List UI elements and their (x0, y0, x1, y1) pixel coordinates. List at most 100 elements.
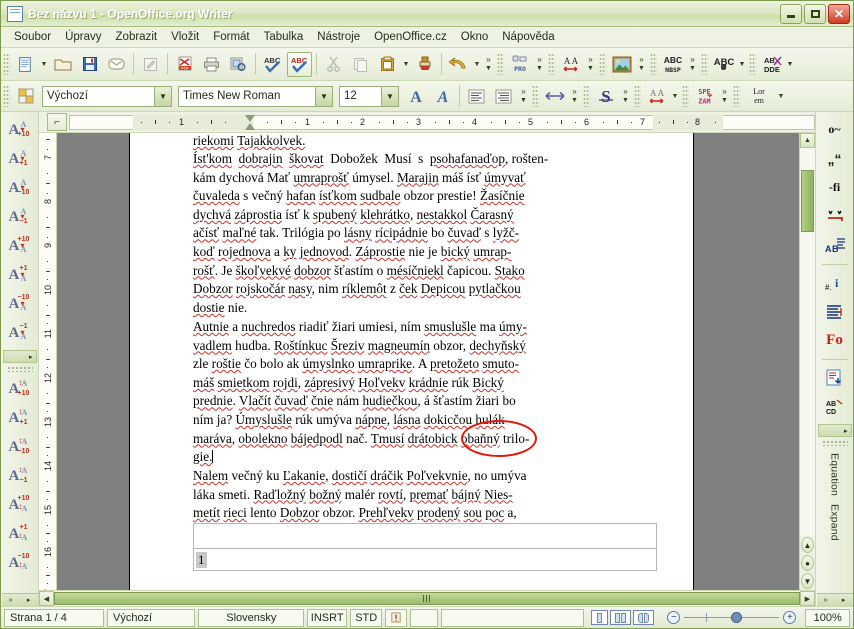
spezam-chevron[interactable]: » ▼ (718, 81, 731, 111)
open-document-button[interactable] (50, 52, 75, 77)
aa-spacing-toolbar-grip[interactable] (634, 85, 641, 107)
standard-toolbar-chevron[interactable]: » ▼ (482, 49, 495, 79)
scroll-up-button[interactable]: ▲ (800, 133, 815, 148)
aa-spacing-button[interactable]: A A (644, 84, 669, 109)
pro-toolbar-chevron[interactable]: » ▼ (533, 49, 546, 79)
menu-tabulka[interactable]: Tabulka (257, 29, 311, 45)
menu-zobrazit[interactable]: Zobrazit (109, 29, 165, 45)
new-dropdown-arrow[interactable]: ▼ (39, 53, 49, 75)
left-sidebar-expander[interactable]: ▸ (2, 350, 37, 363)
scale-font-down-10-button[interactable]: A A −10 ↕ (6, 433, 34, 460)
abc-hand-toolbar-grip[interactable] (701, 53, 708, 75)
book-view-layout-icon[interactable] (633, 610, 655, 625)
pro-toolbar-button[interactable]: PRO (507, 52, 532, 77)
footer-page-number-field[interactable]: 1 (193, 548, 657, 571)
font-color-button[interactable]: A (403, 84, 428, 109)
left-indent-marker[interactable] (245, 123, 255, 130)
zoom-in-button[interactable]: + (783, 611, 797, 624)
scale-font-up-1-button[interactable]: A A +1 ↕ (6, 404, 34, 431)
document-text[interactable]: riekomi Tajakkolvek. (193, 133, 657, 151)
email-document-button[interactable] (104, 52, 129, 77)
increase-font-10-button[interactable]: A A +10 ▾ (6, 116, 34, 143)
menu-soubor[interactable]: Soubor (7, 29, 58, 45)
status-page-style[interactable]: Výchozí (106, 608, 196, 627)
zoom-out-button[interactable]: − (667, 611, 681, 624)
quotation-marks-icon[interactable]: „“ (821, 145, 849, 172)
increase-font-1-alt-button[interactable]: A A +1 ▾ (6, 261, 34, 288)
horizontal-scroll-thumb[interactable] (54, 592, 800, 605)
spelling-button[interactable]: ABC (260, 52, 285, 77)
clone-formatting-button[interactable] (412, 52, 437, 77)
undo-dropdown-arrow[interactable]: ▼ (472, 53, 482, 75)
print-preview-button[interactable] (226, 52, 251, 77)
ab-sort-icon[interactable]: AB (821, 232, 849, 259)
dde-toolbar-grip[interactable] (749, 53, 756, 75)
chevron-down-icon[interactable]: ▼ (315, 86, 332, 106)
export-page-icon[interactable] (821, 364, 849, 391)
expand-label[interactable]: Expand (829, 504, 841, 541)
minimize-button[interactable] (780, 3, 802, 24)
ab-dde-button[interactable]: AB DDE (759, 52, 784, 77)
menu-openoffice-cz[interactable]: OpenOffice.cz (367, 29, 454, 45)
cut-button[interactable] (321, 52, 346, 77)
aa-spacing-dropdown-arrow[interactable]: ▼ (670, 85, 680, 107)
lorem-dropdown-arrow[interactable]: ▼ (776, 85, 786, 107)
chevron-down-icon[interactable]: ▼ (381, 86, 398, 106)
horizontal-ruler[interactable]: 1 1 2 3 4 5 6 7 8 (69, 112, 815, 132)
scale-font-down-10-alt-button[interactable]: A A −10 ↕ (6, 549, 34, 576)
save-document-button[interactable] (77, 52, 102, 77)
italic-style-button[interactable]: A (430, 84, 455, 109)
aa-arrow-button[interactable]: A A (558, 52, 583, 77)
number-info-icon[interactable]: #. i (821, 269, 849, 296)
undo-button[interactable] (446, 52, 471, 77)
vertical-scroll-track[interactable] (800, 148, 815, 536)
abc-hand-button[interactable]: ABC (711, 52, 736, 77)
menu-upravy[interactable]: Úpravy (58, 29, 108, 45)
toolbar-grip[interactable] (3, 53, 10, 75)
scroll-right-button[interactable]: ▶ (800, 591, 815, 606)
status-digital-signature[interactable] (410, 608, 438, 627)
right-sidebar-bottom-controls[interactable]: » ▸ (816, 593, 853, 606)
arrows-chevron[interactable]: » ▼ (568, 81, 581, 111)
document-canvas[interactable]: riekomi Tajakkolvek. Íst'kom dobrajin šk… (57, 133, 799, 590)
zoom-slider-knob[interactable] (731, 612, 743, 623)
apostrophes-icon[interactable] (821, 203, 849, 230)
menu-napoveda[interactable]: Nápověda (495, 29, 561, 45)
aa-toolbar-grip[interactable] (548, 53, 555, 75)
pro-toolbar-grip[interactable] (497, 53, 504, 75)
horizontal-arrows-button[interactable] (542, 84, 567, 109)
spezam-toolbar-grip[interactable] (682, 85, 689, 107)
ligature-fi-icon[interactable]: -fi (821, 174, 849, 201)
nbsp-button[interactable]: ABC NBSP (660, 52, 685, 77)
edit-file-button[interactable] (138, 52, 163, 77)
zoom-track[interactable] (684, 612, 780, 623)
vertical-scrollbar[interactable]: ▲ ▲ ● ▼ (799, 133, 815, 590)
fontwork-toolbar-grip[interactable] (583, 85, 590, 107)
previous-page-button[interactable]: ▲ (801, 537, 814, 553)
scale-font-up-1-alt-button[interactable]: A A +1 ↕ (6, 520, 34, 547)
decrease-font-10-alt-button[interactable]: A A −10 ▾ (6, 290, 34, 317)
insert-image-button[interactable] (609, 52, 634, 77)
decrease-font-1-button[interactable]: A A −1 ▾ (6, 203, 34, 230)
next-page-button[interactable]: ▼ (801, 573, 814, 589)
left-sidebar-grip[interactable] (6, 366, 33, 372)
paragraph-style-combo[interactable]: Výchozí ▼ (42, 85, 172, 107)
nbsp-toolbar-chevron[interactable]: » ▼ (686, 49, 699, 79)
align-left-button[interactable] (464, 84, 489, 109)
single-page-layout-icon[interactable] (591, 610, 609, 625)
styles-and-formatting-icon[interactable] (13, 84, 38, 109)
zoom-slider[interactable]: − + (661, 611, 802, 624)
navigation-button[interactable]: ● (801, 555, 814, 571)
tab-stop-selector[interactable]: ⌐ (47, 113, 67, 131)
status-selection-mode[interactable]: STD (350, 608, 383, 627)
status-page-info[interactable]: Strana 1 / 4 (4, 608, 104, 627)
scale-font-up-10-alt-button[interactable]: A A +10 ↕ (6, 491, 34, 518)
ab-cd-icon[interactable]: AB CD (821, 393, 849, 420)
maximize-button[interactable] (804, 3, 826, 24)
menu-vlozit[interactable]: Vložit (164, 29, 206, 45)
arrows-toolbar-grip[interactable] (532, 85, 539, 107)
right-sidebar-grip[interactable] (821, 440, 848, 446)
document-paragraph-1[interactable]: Íst'kom dobrajin škovat Dobožek Musí s p… (193, 150, 657, 317)
tilde-substitution-icon[interactable]: o~ (821, 116, 849, 143)
paragraph-marks-icon[interactable] (821, 298, 849, 325)
